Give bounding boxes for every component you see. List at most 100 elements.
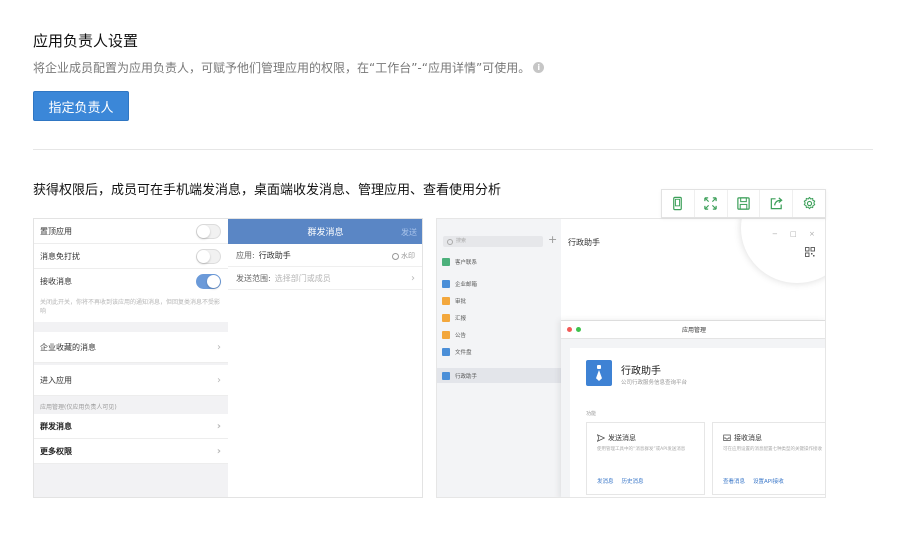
feature-desc: 可在应用设置的消息配置七种类型的关键操作接收 [723, 447, 822, 452]
receive-toggle [196, 274, 221, 289]
folder-icon [442, 347, 450, 356]
sidebar-item-label: 行政助手 [455, 373, 478, 380]
radio-icon [392, 252, 399, 260]
settings-button[interactable] [793, 190, 825, 217]
feature-title-text: 发送消息 [608, 434, 636, 442]
phone-compose-panel: 群发消息 发送 应用: 行政助手 水印 发送范围: 选择部门或成员 › [228, 219, 422, 497]
save-button[interactable] [728, 190, 761, 217]
desktop-main-title: 行政助手 [568, 238, 600, 247]
app-management-window: 应用管理 行政助手 公司行政服务信息查询平台 功能 发送消息 使用管理工具中的“… [561, 320, 825, 497]
sidebar-item-label: 汇报 [455, 315, 467, 322]
window-zoom-dot [576, 327, 581, 332]
compose-app-label: 应用: [236, 250, 255, 260]
sidebar-item: 客户联系 [442, 254, 561, 269]
compose-send: 发送 [401, 228, 417, 237]
save-icon [737, 197, 750, 210]
features-label: 功能 [586, 411, 597, 417]
admin-section-label: 应用管理(仅应用负责人可见) [40, 404, 117, 411]
divider [33, 149, 873, 150]
app-description: 公司行政服务信息查询平台 [621, 380, 688, 386]
setting-label: 置顶应用 [40, 226, 72, 236]
feature-link: 历史消息 [621, 479, 644, 485]
report-icon [442, 313, 450, 322]
feature-title: 接收消息 [723, 433, 762, 443]
feature-link: 发消息 [597, 479, 614, 485]
compose-app-row: 应用: 行政助手 水印 [228, 244, 422, 267]
link-favorites: 企业收藏的消息 › [34, 332, 228, 363]
admin-item-label: 群发消息 [40, 421, 72, 431]
minimize-icon: − [772, 230, 778, 238]
assistant-icon [442, 371, 450, 380]
window-title: 应用管理 [681, 327, 706, 334]
close-icon: × [809, 230, 815, 238]
watermark-option: 水印 [392, 251, 415, 261]
link-label: 进入应用 [40, 375, 72, 385]
sidebar-item-label: 审批 [455, 298, 467, 305]
settings-icon [803, 196, 815, 210]
chevron-right-icon: › [217, 374, 221, 386]
sidebar-item-label: 公告 [455, 332, 467, 339]
admin-item-more: 更多权限 › [34, 439, 228, 464]
setting-note: 关闭此开关，你将不再收到该应用的通知消息，但回复类消息不受影响 [34, 294, 228, 322]
assign-owner-button[interactable]: 指定负责人 [33, 91, 129, 121]
sidebar-item-label: 客户联系 [455, 259, 478, 266]
watermark-label: 水印 [401, 252, 415, 260]
chevron-right-icon: › [217, 341, 221, 353]
setting-row-pin: 置顶应用 [34, 219, 228, 244]
sidebar-item: 文件盘 [442, 344, 561, 359]
preview-toolbar [661, 189, 826, 218]
fullscreen-button[interactable] [695, 190, 728, 217]
maximize-icon: □ [790, 230, 797, 238]
phone-preview: 置顶应用 消息免打扰 接收消息 关闭此开关，你将不再收到该应用的通知消息，但回复… [33, 218, 423, 498]
plus-icon: + [548, 233, 558, 246]
compose-header: 群发消息 发送 [228, 219, 422, 244]
send-icon [597, 434, 605, 442]
compose-scope-row: 发送范围: 选择部门或成员 › [228, 267, 422, 290]
compose-scope-label: 发送范围: [236, 273, 271, 283]
sidebar-item-label: 企业邮箱 [455, 281, 478, 288]
desktop-search: 搜索 [443, 236, 543, 247]
compose-title: 群发消息 [307, 228, 344, 238]
sidebar-item: 汇报 [442, 310, 561, 325]
qrcode-icon [805, 247, 815, 257]
window-close-dot [567, 327, 572, 332]
setting-row-receive: 接收消息 [34, 269, 228, 294]
setting-label: 消息免打扰 [40, 251, 80, 261]
feature-links: 发消息 历史消息 [597, 477, 644, 485]
mute-toggle [196, 248, 221, 264]
desktop-sidebar: 搜索 + 客户联系 企业邮箱 审批 汇报 公告 文件盘 行政助手 [437, 219, 561, 497]
chevron-right-icon: › [411, 272, 415, 284]
fullscreen-icon [704, 197, 717, 210]
desktop-preview: 搜索 + 客户联系 企业邮箱 审批 汇报 公告 文件盘 行政助手 行政助手 − … [436, 218, 826, 498]
feature-links: 查看消息 设置API接收 [723, 477, 784, 485]
phone-icon [673, 196, 683, 211]
tie-icon [586, 360, 612, 386]
feature-link: 设置API接收 [753, 479, 784, 485]
phone-settings-panel: 置顶应用 消息免打扰 接收消息 关闭此开关，你将不再收到该应用的通知消息，但回复… [34, 219, 228, 497]
compose-scope-placeholder: 选择部门或成员 [274, 273, 331, 283]
approval-icon [442, 296, 450, 305]
compose-app-value: 行政助手 [258, 250, 291, 260]
setting-row-mute: 消息免打扰 [34, 244, 228, 269]
feature-link: 查看消息 [723, 479, 746, 485]
page-title: 应用负责人设置 [33, 32, 139, 50]
notice-icon [442, 330, 450, 339]
mail-icon [442, 279, 450, 288]
window-body: 行政助手 公司行政服务信息查询平台 功能 发送消息 使用管理工具中的“消息群发”… [570, 348, 825, 497]
page-description-text: 将企业成员配置为应用负责人，可赋予他们管理应用的权限，在“工作台”-“应用详情”… [33, 61, 531, 75]
info-icon[interactable]: i [533, 62, 545, 73]
sidebar-item: 公告 [442, 327, 561, 342]
inbox-icon [723, 434, 731, 441]
chevron-right-icon: › [216, 420, 221, 432]
phone-view-button[interactable] [662, 190, 695, 217]
share-icon [770, 197, 783, 210]
page-description: 将企业成员配置为应用负责人，可赋予他们管理应用的权限，在“工作台”-“应用详情”… [33, 59, 545, 76]
share-button[interactable] [760, 190, 794, 217]
sidebar-item: 审批 [442, 293, 561, 308]
link-label: 企业收藏的消息 [40, 342, 96, 352]
feature-desc: 使用管理工具中的“消息群发”或API发送消息 [597, 447, 686, 452]
contact-icon [442, 257, 450, 266]
feature-title-text: 接收消息 [734, 434, 762, 442]
chevron-right-icon: › [216, 445, 221, 457]
app-name: 行政助手 [621, 366, 661, 377]
